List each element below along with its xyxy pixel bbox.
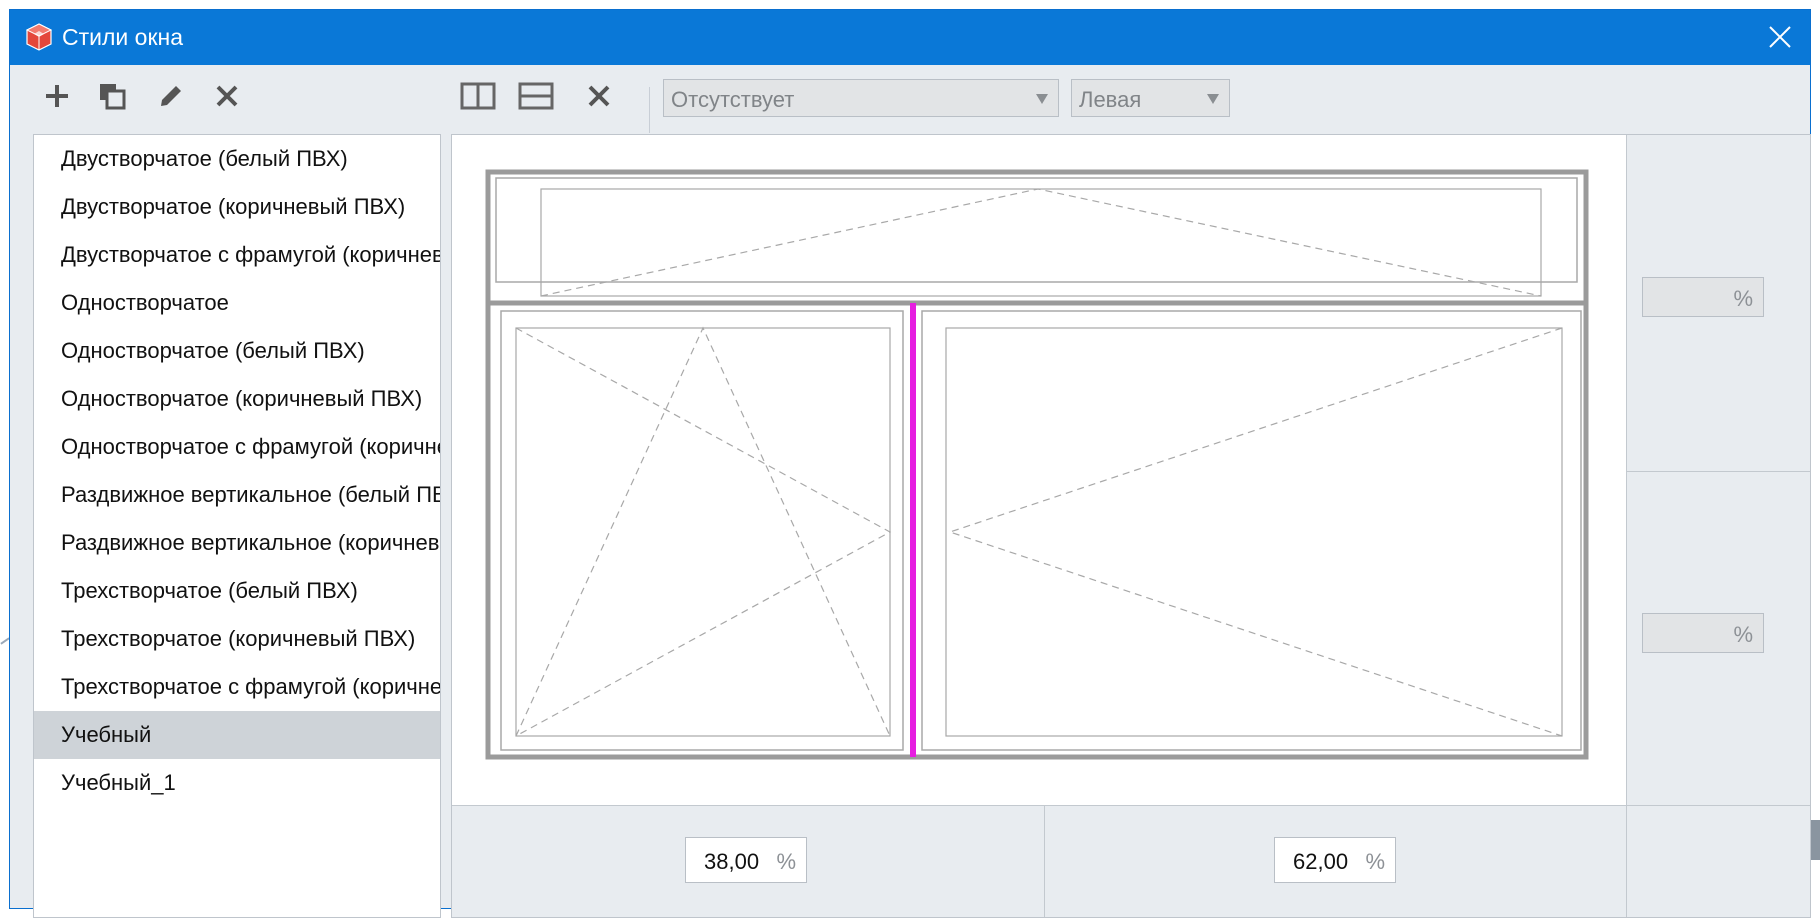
list-item[interactable]: Двустворчатое с фрамугой (коричневый ПВХ… xyxy=(34,231,440,279)
delete-style-button[interactable] xyxy=(205,74,249,118)
right-column-percent-field[interactable]: 62,00 % xyxy=(1274,837,1396,883)
list-item[interactable]: Двустворчатое (коричневый ПВХ) xyxy=(34,183,440,231)
left-column-percent-field[interactable]: 38,00 % xyxy=(685,837,807,883)
list-item[interactable]: Трехстворчатое (белый ПВХ) xyxy=(34,567,440,615)
opening-type-dropdown[interactable]: Отсутствует xyxy=(663,79,1059,117)
top-row-percent-field[interactable]: % xyxy=(1642,277,1764,317)
add-icon xyxy=(46,85,68,107)
background-edge-left xyxy=(0,637,10,645)
chevron-down-icon xyxy=(1207,94,1219,104)
split-vertical-icon xyxy=(460,82,496,110)
title-bar: Стили окна xyxy=(10,10,1810,65)
split-vertical-button[interactable] xyxy=(456,74,500,118)
opening-side-dropdown[interactable]: Левая xyxy=(1071,79,1230,117)
add-style-button[interactable] xyxy=(35,74,79,118)
list-item[interactable]: Одностворчатое (белый ПВХ) xyxy=(34,327,440,375)
background-edge-right xyxy=(1810,820,1820,860)
bottom-row-percent-field[interactable]: % xyxy=(1642,613,1764,653)
panel-divider xyxy=(1044,805,1045,917)
panel-divider xyxy=(452,805,1810,806)
toolbar-separator xyxy=(649,87,650,133)
remove-split-icon xyxy=(588,85,610,107)
window-editor-panel: % % 38,00 % 62,00 % xyxy=(451,134,1811,918)
selected-vertical-divider[interactable] xyxy=(910,303,916,757)
edit-style-button[interactable] xyxy=(149,74,193,118)
window-title: Стили окна xyxy=(62,24,183,50)
delete-icon xyxy=(216,85,238,107)
list-item[interactable]: Одностворчатое (коричневый ПВХ) xyxy=(34,375,440,423)
close-button[interactable] xyxy=(1750,10,1810,65)
list-item[interactable]: Трехстворчатое с фрамугой (коричневый ПВ… xyxy=(34,663,440,711)
chevron-down-icon xyxy=(1036,94,1048,104)
list-item[interactable]: Одностворчатое xyxy=(34,279,440,327)
window-preview-canvas[interactable] xyxy=(452,135,1626,805)
split-horizontal-button[interactable] xyxy=(514,74,558,118)
list-item[interactable]: Двустворчатое (белый ПВХ) xyxy=(34,135,440,183)
outer-frame xyxy=(485,169,1589,760)
list-item[interactable]: Учебный_1 xyxy=(34,759,440,807)
panel-divider xyxy=(1626,135,1627,917)
close-icon xyxy=(1769,26,1791,48)
copy-style-button[interactable] xyxy=(90,74,134,118)
list-item[interactable]: Раздвижное вертикальное (белый ПВХ) xyxy=(34,471,440,519)
remove-split-button[interactable] xyxy=(577,74,621,118)
list-item[interactable]: Раздвижное вертикальное (коричневый ПВХ) xyxy=(34,519,440,567)
edit-icon xyxy=(161,86,181,106)
window-styles-dialog: Стили окна Отсутствует Левая Двустворчат… xyxy=(10,10,1811,918)
list-item[interactable]: Одностворчатое с фрамугой (коричневый ПВ… xyxy=(34,423,440,471)
opening-side-value: Левая xyxy=(1079,87,1142,112)
copy-icon xyxy=(100,84,126,110)
list-item-selected[interactable]: Учебный xyxy=(34,711,440,759)
styles-list: Двустворчатое (белый ПВХ) Двустворчатое … xyxy=(33,134,441,918)
window-drawing xyxy=(485,169,1589,760)
panel-divider xyxy=(1626,471,1810,472)
opening-type-value: Отсутствует xyxy=(671,87,795,112)
split-horizontal-icon xyxy=(518,82,554,110)
list-item[interactable]: Трехстворчатое (коричневый ПВХ) xyxy=(34,615,440,663)
app-logo-icon xyxy=(24,22,54,52)
